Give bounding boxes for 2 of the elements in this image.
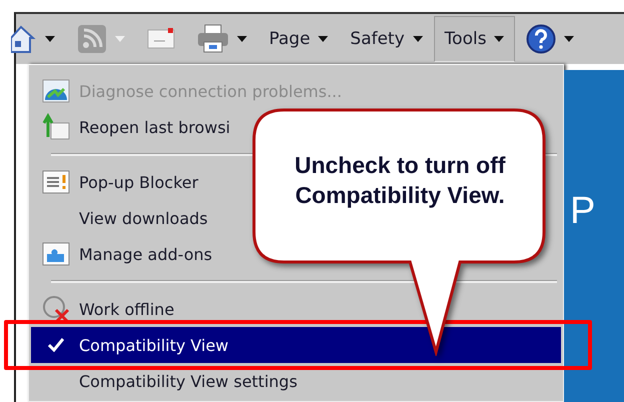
callout-text: Uncheck to turn off Compatibility View. (294, 151, 506, 210)
page-text: P (570, 190, 596, 232)
